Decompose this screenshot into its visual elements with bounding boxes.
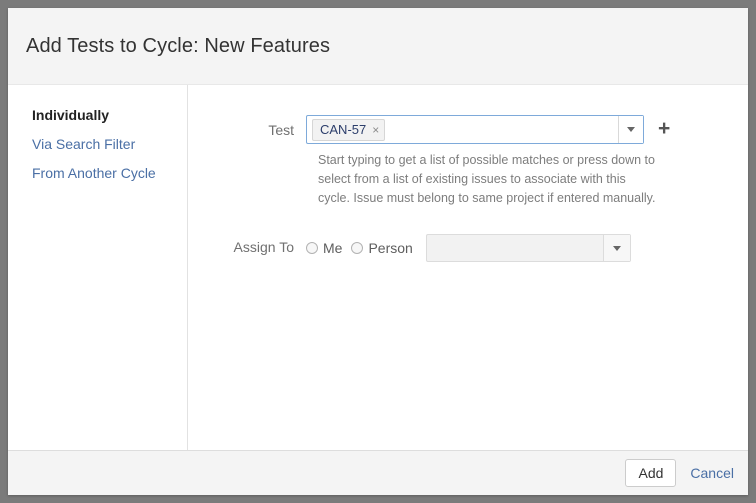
cancel-button[interactable]: Cancel <box>690 465 734 481</box>
test-tag-label: CAN-57 <box>320 122 367 137</box>
person-select[interactable] <box>425 234 631 262</box>
assign-to-row: Assign To Me Person <box>188 232 748 262</box>
dialog-body: Individually Via Search Filter From Anot… <box>8 85 748 450</box>
chevron-down-icon <box>627 127 635 132</box>
page-title: Add Tests to Cycle: New Features <box>26 34 331 57</box>
test-label: Test <box>268 122 294 138</box>
test-row: Test CAN-57 × + <box>188 115 748 144</box>
add-tests-dialog: Add Tests to Cycle: New Features Individ… <box>8 8 748 495</box>
assign-to-controls: Me Person <box>306 232 631 262</box>
sidebar: Individually Via Search Filter From Anot… <box>8 85 188 450</box>
sidebar-item-individually[interactable]: Individually <box>8 101 187 130</box>
add-test-plus-icon[interactable]: + <box>658 118 670 139</box>
test-tag-can-57[interactable]: CAN-57 × <box>312 118 386 141</box>
dialog-footer: Add Cancel <box>8 450 748 495</box>
assign-to-label: Assign To <box>233 239 294 255</box>
radio-assign-me[interactable]: Me <box>306 240 342 256</box>
form-area: Test CAN-57 × + Start typing to get a li… <box>188 85 748 450</box>
chevron-down-icon <box>612 245 621 251</box>
dialog-header: Add Tests to Cycle: New Features <box>8 8 748 85</box>
person-select-toggle[interactable] <box>602 235 630 261</box>
radio-icon <box>306 242 318 254</box>
test-field-wrap: CAN-57 × + <box>306 115 670 144</box>
test-dropdown-toggle[interactable] <box>618 116 643 143</box>
radio-icon <box>351 242 364 254</box>
radio-assign-person-label: Person <box>368 240 413 256</box>
test-input[interactable]: CAN-57 × <box>306 115 644 144</box>
radio-assign-person[interactable]: Person <box>351 240 413 256</box>
add-button[interactable]: Add <box>625 459 677 487</box>
test-help-text: Start typing to get a list of possible m… <box>318 153 656 205</box>
sidebar-item-from-another-cycle[interactable]: From Another Cycle <box>8 159 187 188</box>
sidebar-item-via-search-filter[interactable]: Via Search Filter <box>8 130 187 159</box>
radio-assign-me-label: Me <box>323 240 343 256</box>
close-icon[interactable]: × <box>372 124 379 136</box>
